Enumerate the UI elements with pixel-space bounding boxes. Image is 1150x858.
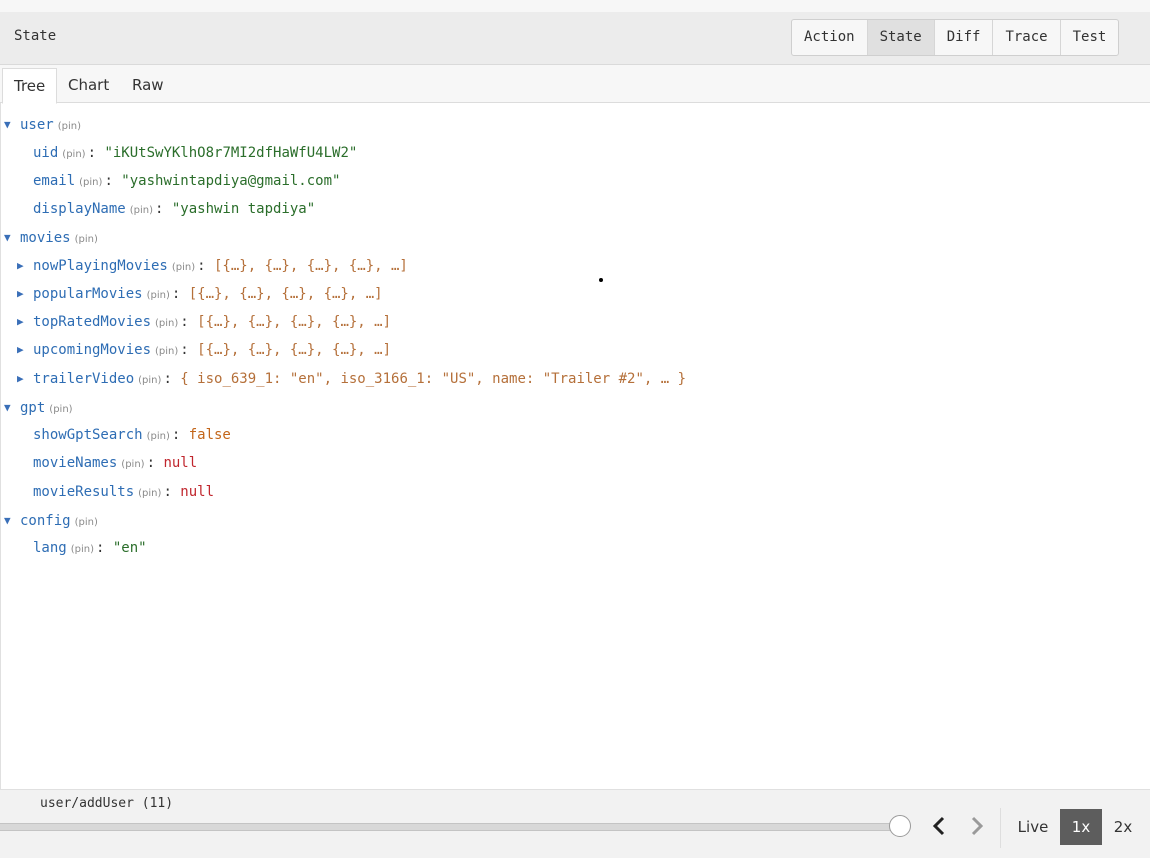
tree-leaf-displayname: displayName (pin): "yashwin tapdiya"	[33, 201, 316, 217]
triangle-down-icon[interactable]: ▼	[4, 396, 11, 420]
node-value: null	[180, 484, 215, 500]
chevron-right-icon	[971, 816, 984, 836]
tree-leaf-lang: lang (pin): "en"	[33, 540, 147, 556]
slider-footer: user/addUser (11) Live 1x 2x	[0, 789, 1150, 858]
triangle-down-icon[interactable]: ▼	[4, 226, 11, 250]
pin-link[interactable]: (pin)	[75, 234, 98, 245]
pin-link[interactable]: (pin)	[58, 121, 81, 132]
trace-button[interactable]: Trace	[992, 20, 1059, 55]
tree-node-nowplayingmovies[interactable]: ▶ nowPlayingMovies (pin): [{…}, {…}, {…},…	[17, 254, 408, 278]
tab-tree[interactable]: Tree	[2, 68, 58, 104]
action-button[interactable]: Action	[792, 20, 867, 55]
mouse-cursor-dot	[599, 278, 603, 282]
tree-node-user[interactable]: ▼ user (pin)	[4, 113, 83, 137]
triangle-right-icon[interactable]: ▶	[17, 367, 24, 391]
pin-link[interactable]: (pin)	[147, 431, 170, 442]
pin-link[interactable]: (pin)	[155, 318, 178, 329]
pin-link[interactable]: (pin)	[79, 177, 102, 188]
node-value: null	[163, 455, 198, 471]
node-key: config	[20, 513, 71, 529]
node-value: "yashwin tapdiya"	[171, 201, 316, 217]
triangle-right-icon[interactable]: ▶	[17, 254, 24, 278]
tree-leaf-movieresults: movieResults (pin): null	[33, 484, 215, 500]
timeline-slider[interactable]	[0, 823, 900, 831]
tree-node-topratedmovies[interactable]: ▶ topRatedMovies (pin): [{…}, {…}, {…}, {…	[17, 310, 391, 334]
chevron-left-icon	[932, 816, 945, 836]
node-key: movieNames	[33, 455, 118, 471]
node-key: displayName	[33, 201, 126, 217]
pin-link[interactable]: (pin)	[172, 262, 195, 273]
tree-leaf-uid: uid (pin): "iKUtSwYKlhO8r7MI2dfHaWfU4LW2"	[33, 145, 358, 161]
pin-link[interactable]: (pin)	[75, 517, 98, 528]
node-key: popularMovies	[33, 286, 143, 302]
node-preview: [{…}, {…}, {…}, {…}, …]	[197, 314, 392, 330]
monitor-button-group: Action State Diff Trace Test	[791, 19, 1120, 56]
node-key: email	[33, 173, 76, 189]
tree-node-movies[interactable]: ▼ movies (pin)	[4, 226, 100, 250]
current-action-label: user/addUser (11)	[40, 796, 174, 811]
node-key: showGptSearch	[33, 427, 143, 443]
node-key: movies	[20, 230, 71, 246]
tree-node-gpt[interactable]: ▼ gpt (pin)	[4, 396, 75, 420]
diff-button[interactable]: Diff	[933, 20, 993, 55]
speed-2x-button[interactable]: 2x	[1104, 809, 1142, 845]
node-key: upcomingMovies	[33, 342, 152, 358]
tree-leaf-showgptsearch: showGptSearch (pin): false	[33, 427, 231, 443]
pin-link[interactable]: (pin)	[71, 544, 94, 555]
triangle-down-icon[interactable]: ▼	[4, 113, 11, 137]
tree-node-trailervideo[interactable]: ▶ trailerVideo (pin): { iso_639_1: "en", …	[17, 367, 686, 391]
state-header: State Action State Diff Trace Test	[0, 12, 1150, 65]
tree-leaf-email: email (pin): "yashwintapdiya@gmail.com"	[33, 173, 341, 189]
state-button[interactable]: State	[866, 20, 934, 55]
triangle-right-icon[interactable]: ▶	[17, 338, 24, 362]
triangle-down-icon[interactable]: ▼	[4, 509, 11, 533]
tree-node-config[interactable]: ▼ config (pin)	[4, 509, 100, 533]
triangle-right-icon[interactable]: ▶	[17, 310, 24, 334]
previous-action-button[interactable]	[925, 810, 953, 842]
pin-link[interactable]: (pin)	[130, 205, 153, 216]
state-tree: ▼ user (pin) uid (pin): "iKUtSwYKlhO8r7MI2…	[0, 103, 1150, 789]
node-key: nowPlayingMovies	[33, 258, 168, 274]
next-action-button[interactable]	[963, 810, 991, 842]
node-key: trailerVideo	[33, 371, 135, 387]
pin-link[interactable]: (pin)	[121, 459, 144, 470]
node-preview: [{…}, {…}, {…}, {…}, …]	[197, 342, 392, 358]
pin-link[interactable]: (pin)	[138, 375, 161, 386]
tree-node-popularmovies[interactable]: ▶ popularMovies (pin): [{…}, {…}, {…}, {……	[17, 282, 383, 306]
node-preview: [{…}, {…}, {…}, {…}, …]	[188, 286, 383, 302]
speed-live-button[interactable]: Live	[1012, 809, 1054, 845]
node-preview: [{…}, {…}, {…}, {…}, …]	[214, 258, 408, 274]
tree-leaf-movienames: movieNames (pin): null	[33, 455, 198, 471]
node-key: movieResults	[33, 484, 135, 500]
test-button[interactable]: Test	[1059, 20, 1119, 55]
pin-link[interactable]: (pin)	[62, 149, 85, 160]
pin-link[interactable]: (pin)	[147, 290, 170, 301]
tab-raw[interactable]: Raw	[121, 68, 175, 102]
pin-link[interactable]: (pin)	[138, 488, 161, 499]
node-key: uid	[33, 145, 59, 161]
node-value: false	[188, 427, 231, 443]
panel-title: State	[14, 28, 57, 44]
tab-chart[interactable]: Chart	[57, 68, 120, 102]
speed-1x-button[interactable]: 1x	[1060, 809, 1102, 845]
pin-link[interactable]: (pin)	[49, 404, 72, 415]
node-key: user	[20, 117, 54, 133]
node-key: gpt	[20, 400, 46, 416]
node-value: "en"	[112, 540, 147, 556]
node-preview: { iso_639_1: "en", iso_3166_1: "US", nam…	[180, 371, 687, 387]
node-key: lang	[33, 540, 67, 556]
node-value: "iKUtSwYKlhO8r7MI2dfHaWfU4LW2"	[104, 145, 358, 161]
slider-handle[interactable]	[889, 815, 911, 837]
triangle-right-icon[interactable]: ▶	[17, 282, 24, 306]
divider	[1000, 808, 1001, 848]
tree-node-upcomingmovies[interactable]: ▶ upcomingMovies (pin): [{…}, {…}, {…}, {…	[17, 338, 391, 362]
view-tabs: Tree Chart Raw	[0, 65, 1150, 104]
node-value: "yashwintapdiya@gmail.com"	[121, 173, 341, 189]
node-key: topRatedMovies	[33, 314, 152, 330]
pin-link[interactable]: (pin)	[155, 346, 178, 357]
